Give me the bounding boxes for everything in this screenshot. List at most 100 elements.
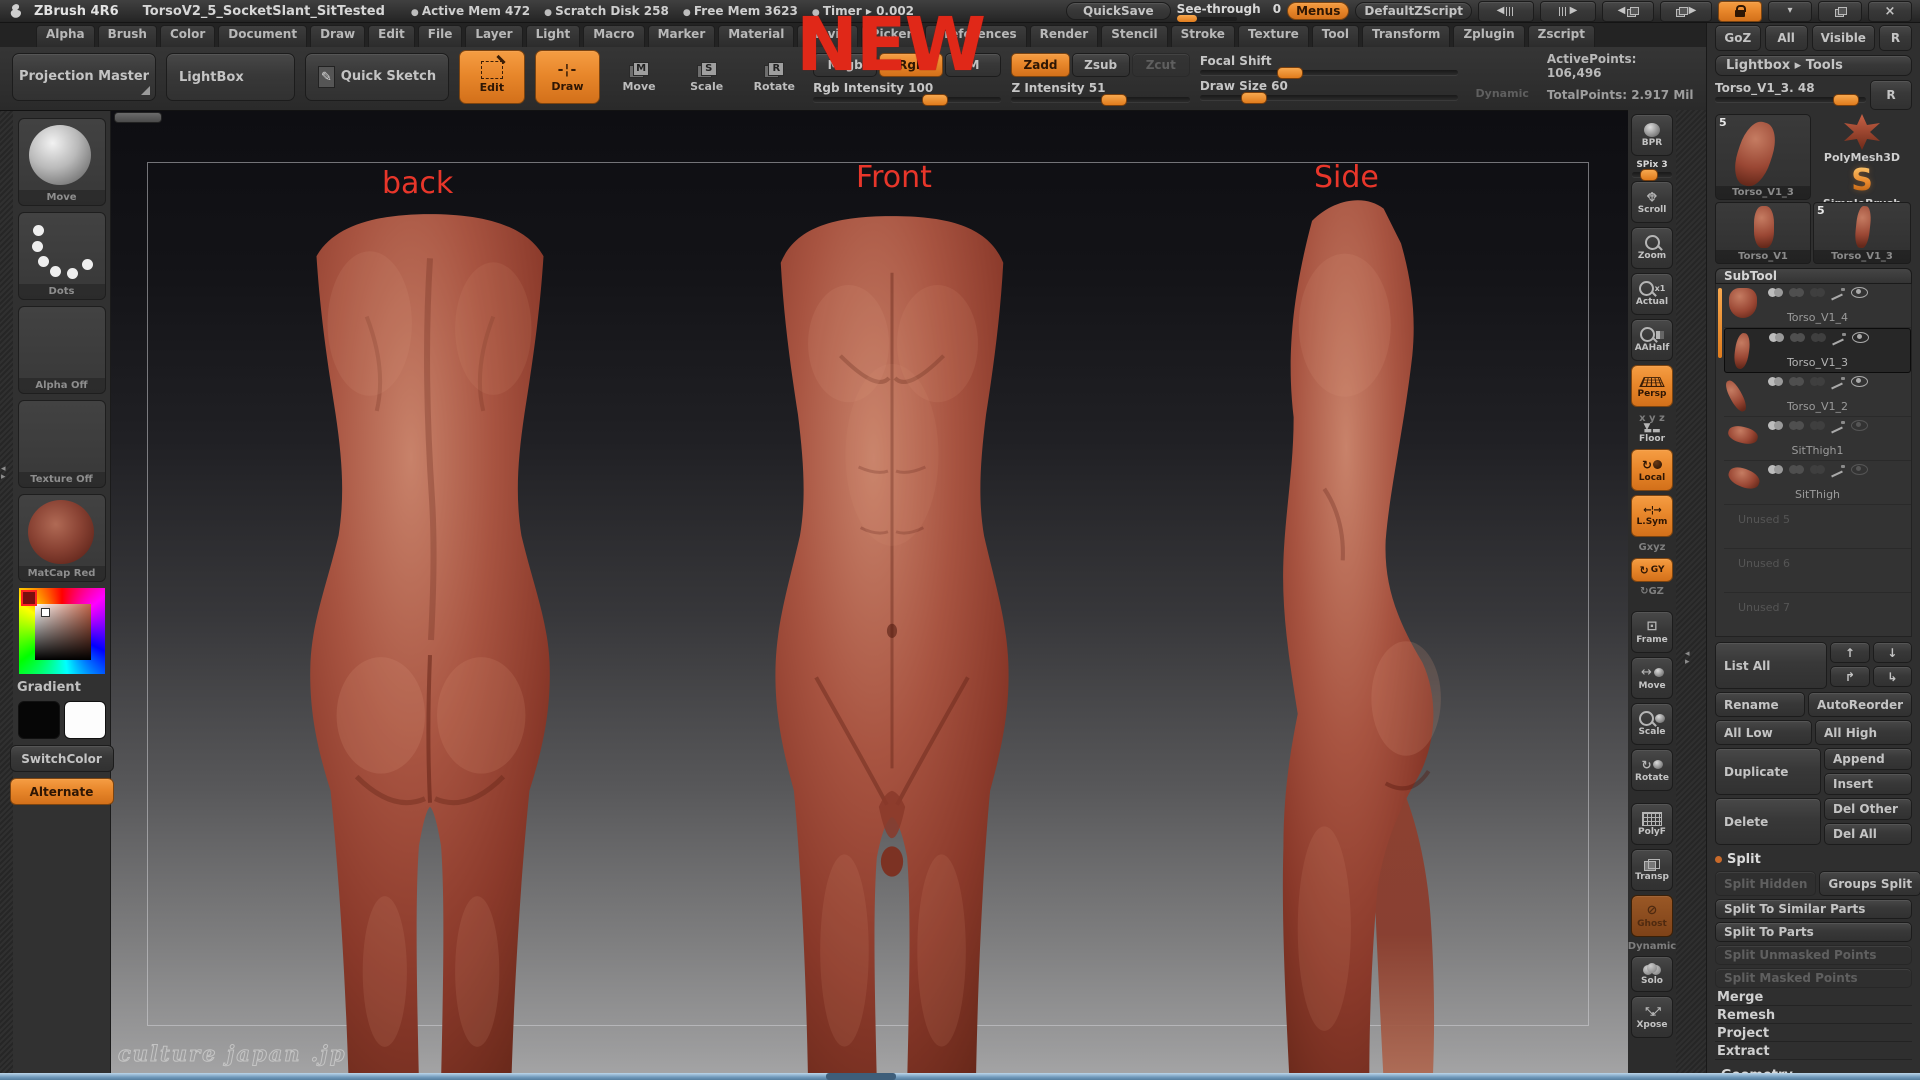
perspective-button[interactable]: Persp	[1631, 365, 1673, 407]
boolean-toggle-icon[interactable]	[1768, 377, 1783, 386]
lightbox-button[interactable]: LightBox	[166, 53, 295, 101]
menu-document[interactable]: Document	[218, 25, 307, 47]
move-view-button[interactable]: ↔ Move	[1631, 657, 1673, 699]
polypaint-brush-icon[interactable]	[1831, 377, 1845, 387]
boolean-subtract-toggle-icon[interactable]	[1789, 465, 1804, 474]
see-through-slider[interactable]: See-through 0	[1177, 2, 1281, 21]
goz-r-button[interactable]: R	[1879, 25, 1912, 51]
spix-handle[interactable]	[1640, 169, 1658, 181]
bpr-render-button[interactable]: BPR	[1631, 114, 1673, 156]
focal-shift-track[interactable]	[1200, 70, 1458, 75]
polyframe-button[interactable]: PolyF	[1631, 803, 1673, 845]
split-section-header[interactable]: Split	[1715, 852, 1912, 867]
remesh-section-header[interactable]: Remesh	[1715, 1008, 1912, 1024]
menu-transform[interactable]: Transform	[1362, 25, 1450, 47]
current-texture-thumbnail[interactable]: Texture Off	[18, 400, 106, 488]
default-zscript-button[interactable]: DefaultZScript	[1355, 2, 1472, 20]
color-picker[interactable]	[19, 588, 105, 674]
canvas-scroll-handle[interactable]	[114, 112, 162, 123]
list-all-button[interactable]: List All	[1715, 642, 1827, 689]
current-stroke-thumbnail[interactable]: Dots	[18, 212, 106, 300]
recent-tool-2[interactable]: 5 Torso_V1_3	[1813, 202, 1911, 264]
boolean-intersect-toggle-icon[interactable]	[1810, 465, 1825, 474]
lightbox-tools-button[interactable]: Lightbox ▸ Tools	[1715, 55, 1912, 76]
split-to-similar-parts-button[interactable]: Split To Similar Parts	[1715, 899, 1912, 919]
visibility-eye-icon[interactable]	[1851, 287, 1868, 298]
see-through-track[interactable]	[1177, 17, 1237, 21]
all-low-button[interactable]: All Low	[1715, 720, 1812, 745]
menus-button[interactable]: Menus	[1287, 2, 1349, 20]
scrollbar-thumb[interactable]	[826, 1073, 896, 1080]
menu-macro[interactable]: Macro	[583, 25, 644, 47]
menu-color[interactable]: Color	[160, 25, 215, 47]
ghost-transparency-button[interactable]: ⊘ Ghost	[1631, 895, 1673, 937]
subtool-section-header[interactable]: SubTool	[1715, 268, 1912, 284]
menu-zscript[interactable]: Zscript	[1528, 25, 1595, 47]
previous-document-button[interactable]: ◀	[1602, 1, 1654, 22]
transparency-button[interactable]: Transp	[1631, 849, 1673, 891]
menu-draw[interactable]: Draw	[310, 25, 365, 47]
boolean-intersect-toggle-icon[interactable]	[1810, 421, 1825, 430]
menu-render[interactable]: Render	[1030, 25, 1099, 47]
autoreorder-button[interactable]: AutoReorder	[1808, 692, 1912, 717]
copy-subtool-button[interactable]: ↱	[1830, 666, 1869, 687]
subtool-row-sitthigh[interactable]: SitThigh	[1724, 461, 1911, 505]
split-masked-points-button[interactable]: Split Masked Points	[1715, 968, 1912, 988]
goz-all-button[interactable]: All	[1765, 25, 1808, 51]
project-section-header[interactable]: Project	[1715, 1026, 1912, 1042]
edit-mode-button[interactable]: Edit	[459, 50, 525, 104]
polypaint-brush-icon[interactable]	[1831, 465, 1845, 475]
boolean-intersect-toggle-icon[interactable]	[1810, 377, 1825, 386]
z-intensity-handle[interactable]	[1101, 94, 1127, 106]
zsub-button[interactable]: Zsub	[1072, 53, 1130, 77]
move-mode-button[interactable]: M Move	[610, 51, 668, 103]
scale-view-button[interactable]: Scale	[1631, 703, 1673, 745]
draw-size-track[interactable]	[1200, 95, 1458, 100]
current-alpha-thumbnail[interactable]: Alpha Off	[18, 306, 106, 394]
polypaint-brush-icon[interactable]	[1832, 333, 1846, 343]
current-brush-thumbnail[interactable]: Move	[18, 118, 106, 206]
split-hidden-button[interactable]: Split Hidden	[1715, 871, 1816, 896]
quick-sketch-button[interactable]: ✎ Quick Sketch	[305, 53, 449, 101]
focal-shift-slider[interactable]: Focal Shift	[1200, 54, 1458, 75]
split-unmasked-points-button[interactable]: Split Unmasked Points	[1715, 945, 1912, 965]
subtool-row-torso-v1-3-selected[interactable]: Torso_V1_3	[1724, 328, 1911, 373]
torso-model-back-view[interactable]	[260, 198, 600, 1080]
torso-model-side-view[interactable]	[1205, 182, 1505, 1080]
subtool-row-unused-6[interactable]: Unused 6	[1724, 549, 1911, 593]
menu-stroke[interactable]: Stroke	[1171, 25, 1235, 47]
panel-collapse-icon[interactable]: ◂▸	[1685, 650, 1690, 666]
polymesh3d-tool[interactable]: PolyMesh3D	[1813, 114, 1911, 164]
minimize-button[interactable]: ▾	[1768, 1, 1812, 22]
current-material-thumbnail[interactable]: MatCap Red Wax	[18, 494, 106, 582]
tool-scale-slider[interactable]: Torso_V1_3. 48	[1715, 80, 1866, 102]
quicksave-button[interactable]: QuickSave	[1066, 2, 1171, 20]
boolean-subtract-toggle-icon[interactable]	[1789, 377, 1804, 386]
tool-slider-track[interactable]	[1715, 97, 1866, 102]
dynamic-mode-button[interactable]: Dynamic	[1468, 85, 1537, 102]
visibility-eye-icon[interactable]	[1851, 420, 1868, 431]
xpose-button[interactable]: ⤡⤢ Xpose	[1631, 996, 1673, 1038]
subtool-row-unused-5[interactable]: Unused 5	[1724, 505, 1911, 549]
menu-material[interactable]: Material	[718, 25, 794, 47]
spix-slider[interactable]: SPix 3	[1632, 160, 1672, 177]
del-other-button[interactable]: Del Other	[1824, 798, 1912, 820]
timeline-scrub-forward-button[interactable]: ▶	[1540, 1, 1596, 22]
menu-alpha[interactable]: Alpha	[36, 25, 95, 47]
tray-collapse-icon[interactable]: ◂▸	[1, 465, 6, 481]
torso-model-front-view[interactable]	[732, 202, 1052, 1080]
scroll-canvas-button[interactable]: ↔↔ Scroll	[1631, 181, 1673, 223]
visibility-eye-icon[interactable]	[1851, 464, 1868, 475]
local-symmetry-button[interactable]: ←¦→ L.Sym	[1631, 495, 1673, 537]
local-transform-button[interactable]: ↻ Local	[1631, 449, 1673, 491]
visibility-eye-icon[interactable]	[1852, 332, 1869, 343]
del-all-button[interactable]: Del All	[1824, 823, 1912, 845]
paste-subtool-button[interactable]: ↳	[1873, 666, 1912, 687]
menu-light[interactable]: Light	[526, 25, 581, 47]
timeline-scrub-back-button[interactable]: ◀	[1478, 1, 1534, 22]
goz-button[interactable]: GoZ	[1715, 25, 1761, 51]
append-button[interactable]: Append	[1824, 748, 1912, 770]
menu-stencil[interactable]: Stencil	[1101, 25, 1167, 47]
subtool-scrollbar[interactable]	[1718, 288, 1722, 358]
split-to-parts-button[interactable]: Split To Parts	[1715, 922, 1912, 942]
